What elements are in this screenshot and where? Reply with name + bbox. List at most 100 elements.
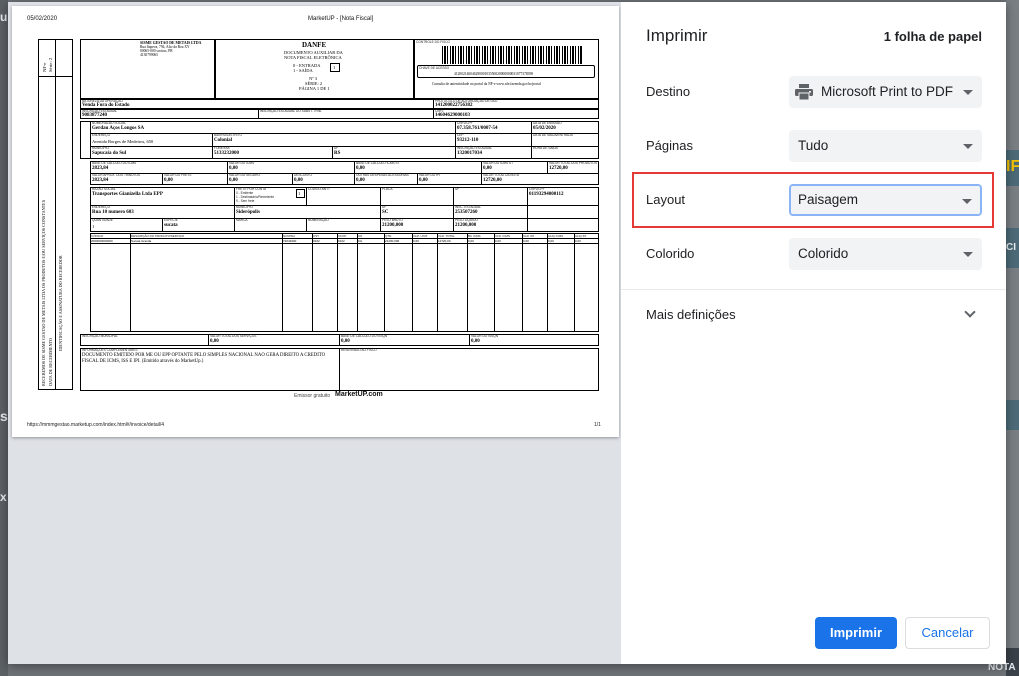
emissor-brand: MarketUP.com [335,391,383,398]
info-text: FISCAL DE ICMS, ISS E IPI. (Emitido atra… [82,359,204,364]
dest-time-label: HORA DE SAÍDA [533,146,558,150]
dropdown-arrow-icon [963,252,973,257]
ie-st-label: INSCRIÇÃO ESTADUAL DO SUBST. TRIB. [260,109,322,113]
items-cell: 6102 [338,239,345,243]
column-divider [337,233,338,332]
tax-value: 0,00 [164,178,173,183]
items-cell: 2000000000000 [91,239,113,243]
tax-value: 0,00 [229,178,238,183]
items-column-header: DESCRIÇÃO DO PRODUTO/SERVIÇO [131,234,185,238]
issqn-value: 0,00 [341,339,350,344]
layout-select[interactable]: Paisagem [789,184,982,216]
dest-emission: 05/02/2020 [533,126,556,131]
items-cell: 0,00 [468,239,474,243]
items-column-header: VLR. UNIT. [413,234,429,238]
issuer-phone: 4130799065 [140,53,158,57]
ie-value: 9083877240 [82,113,107,118]
danfe-type-value: 1 [333,65,336,70]
items-cell: 0,00 [523,239,529,243]
destination-value: Microsoft Print to PDF [821,84,954,99]
background-left-strip [0,0,8,676]
dest-phone: 5133232000 [214,151,239,156]
species-label: ESPÉCIE [164,218,178,222]
column-divider [312,233,313,332]
transport-name-label: RAZÃO SOCIAL [92,187,116,191]
dest-phone-label: FONE/FAX [214,146,230,150]
tax-label: DESCONTO [294,173,313,177]
background-text-fragment: x [0,490,7,504]
color-label: Colorido [646,246,695,261]
dest-ie-label: INSCRIÇÃO ESTADUAL [457,146,493,150]
transport-name: Transportes Gianizella Ltda EPP [92,192,163,197]
pages-select[interactable]: Tudo [789,130,982,162]
tax-value: 0,00 [356,178,365,183]
items-cell: 0,00 [575,239,581,243]
receipt-line: IDENTIFICAÇÃO E ASSINATURA DO RECEBEDOR [58,255,63,351]
transport-uf: SC [382,210,389,215]
issqn-label: VALOR TOTAL DOS SERVIÇOS [210,334,257,338]
sheet-count: 1 folha de papel [883,29,982,44]
dest-name: Gerdau Aços Longos SA [92,126,145,131]
barcode [442,46,582,64]
receipt-nfe: NF-e [42,62,47,72]
background-text-fragment: IF [1006,158,1019,175]
background-text-fragment: u [0,10,8,24]
cancel-button[interactable]: Cancelar [905,617,990,649]
items-column-header: CFOP [338,234,347,238]
more-settings-toggle[interactable]: Mais definições [646,307,736,322]
items-cell: 0,60 [413,239,419,243]
items-cell: 0,00 [548,239,554,243]
freight-option: 9 - Sem frete [236,199,255,203]
dest-emission-label: DATA DE EMISSÃO [533,121,562,125]
items-column-header: CÓDIGO [91,234,104,238]
danfe-saida: 1 - SAÍDA [293,68,313,73]
tax-value: 2823,84 [92,166,109,171]
tax-value: 0,00 [294,178,303,183]
column-divider [547,233,548,332]
cell-divider [354,161,355,173]
destination-label: Destino [646,84,691,99]
dest-city-label: MUNICÍPIO [92,146,109,150]
numbering-label: NUMERAÇÃO [308,218,329,222]
plate-label: PLACA [382,187,393,191]
tax-value: 0,00 [419,178,428,183]
chevron-down-icon[interactable] [964,306,976,318]
dest-uf: RS [334,151,341,156]
dest-address-label: ENDEREÇO [92,133,111,137]
preview-page: 05/02/2020 MarketUP - [Nota Fiscal] NF-e… [12,6,619,437]
dropdown-arrow-icon [963,144,973,149]
receipt-line: DATA DE RECEBIMENTO [48,338,53,386]
gross-weight: 21200,000 [382,223,404,228]
color-select[interactable]: Colorido [789,238,982,270]
destination-select[interactable]: Microsoft Print to PDF [789,76,982,108]
issqn-value: 0,00 [210,339,219,344]
tax-label: VALOR DO ICMS [229,161,255,165]
transport-cnpj: 01193294000112 [529,192,564,197]
print-preview-area[interactable]: 05/02/2020 MarketUP - [Nota Fiscal] NF-e… [8,2,621,664]
background-text-fragment: s [0,408,8,424]
items-column-header: ALIQ ICMS [548,234,564,238]
dest-address: Avenida Borges de Medeiros, 650 [92,139,154,144]
items-cell: 72044900 [283,239,297,243]
printer-icon [795,84,813,100]
reserved-label: RESERVADO AO FISCO [341,348,377,352]
print-button[interactable]: Imprimir [815,617,897,649]
tax-value: 0,00 [483,166,492,171]
freight-value: 1 [298,191,301,196]
items-cell: 0102 [313,239,320,243]
danfe-sub: NOTA FISCAL ELETRÔNICA [284,55,342,60]
tax-value: 0,00 [229,166,238,171]
column-divider [494,233,495,332]
tax-label: VALOR TOTAL DA NOTA [483,173,519,177]
tax-label: VALOR APROX. DOS TRIBUTOS [92,173,141,177]
items-cell: Sucata Graúda [131,239,152,243]
dest-exit-label: DATA DE SAÍDA/ENTRADA [533,133,573,137]
column-divider [574,233,575,332]
cell-divider [354,173,355,185]
cell-divider [417,173,418,185]
cell-divider [227,161,228,173]
species: sucata [164,223,178,228]
transport-city-label: MUNICÍPIO [236,205,253,209]
print-settings-panel: Imprimir 1 folha de papel Destino Micros… [621,2,1006,664]
issqn-label: VALOR DO ISSQN [471,334,499,338]
